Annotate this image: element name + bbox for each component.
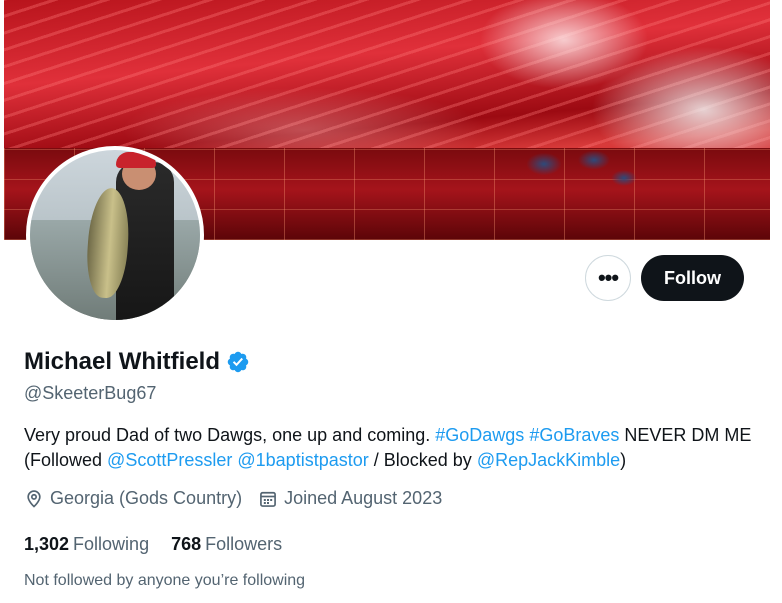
display-name: Michael Whitfield <box>24 348 221 375</box>
calendar-icon <box>260 491 276 507</box>
handle: @SkeeterBug67 <box>24 383 157 403</box>
mention-repjackkimble[interactable]: @RepJackKimble <box>477 450 620 470</box>
bio-text: ) <box>620 450 627 470</box>
following-link[interactable]: 1,302 Following <box>24 534 149 555</box>
followers-label: Followers <box>205 534 283 554</box>
mention-1baptistpastor[interactable]: @1baptistpastor <box>237 450 368 470</box>
not-followed-note: Not followed by anyone you’re following <box>24 572 306 589</box>
joined-item: Joined August 2023 <box>258 488 442 509</box>
name-row: Michael Whitfield <box>24 348 250 376</box>
joined-text: Joined August 2023 <box>284 488 443 508</box>
mention-scottpressler[interactable]: @ScottPressler <box>107 450 232 470</box>
hashtag-gobraves[interactable]: #GoBraves <box>529 425 619 445</box>
bio-text: Very proud Dad of two Dawgs, one up and … <box>24 425 431 445</box>
followers-link[interactable]: 768 Followers <box>171 534 282 555</box>
profile-meta: Georgia (Gods Country) Joined August 202… <box>24 488 458 509</box>
bio: Very proud Dad of two Dawgs, one up and … <box>24 423 754 473</box>
bio-text: / Blocked by <box>373 450 472 470</box>
following-label: Following <box>73 534 150 554</box>
location-item: Georgia (Gods Country) <box>24 488 242 509</box>
follow-button-label: Follow <box>664 267 721 288</box>
verified-badge-icon[interactable] <box>226 350 250 374</box>
follow-stats: 1,302 Following 768 Followers <box>24 534 304 555</box>
location-text: Georgia (Gods Country) <box>50 488 243 508</box>
more-dots-icon: ••• <box>597 265 619 290</box>
location-pin-icon <box>27 489 41 508</box>
banner-lakes <box>524 150 644 190</box>
more-options-button[interactable]: ••• <box>585 255 631 301</box>
follow-button[interactable]: Follow <box>641 255 744 301</box>
followers-count: 768 <box>171 534 202 554</box>
avatar[interactable] <box>26 146 204 324</box>
following-count: 1,302 <box>24 534 70 554</box>
hashtag-godawgs[interactable]: #GoDawgs <box>435 425 524 445</box>
